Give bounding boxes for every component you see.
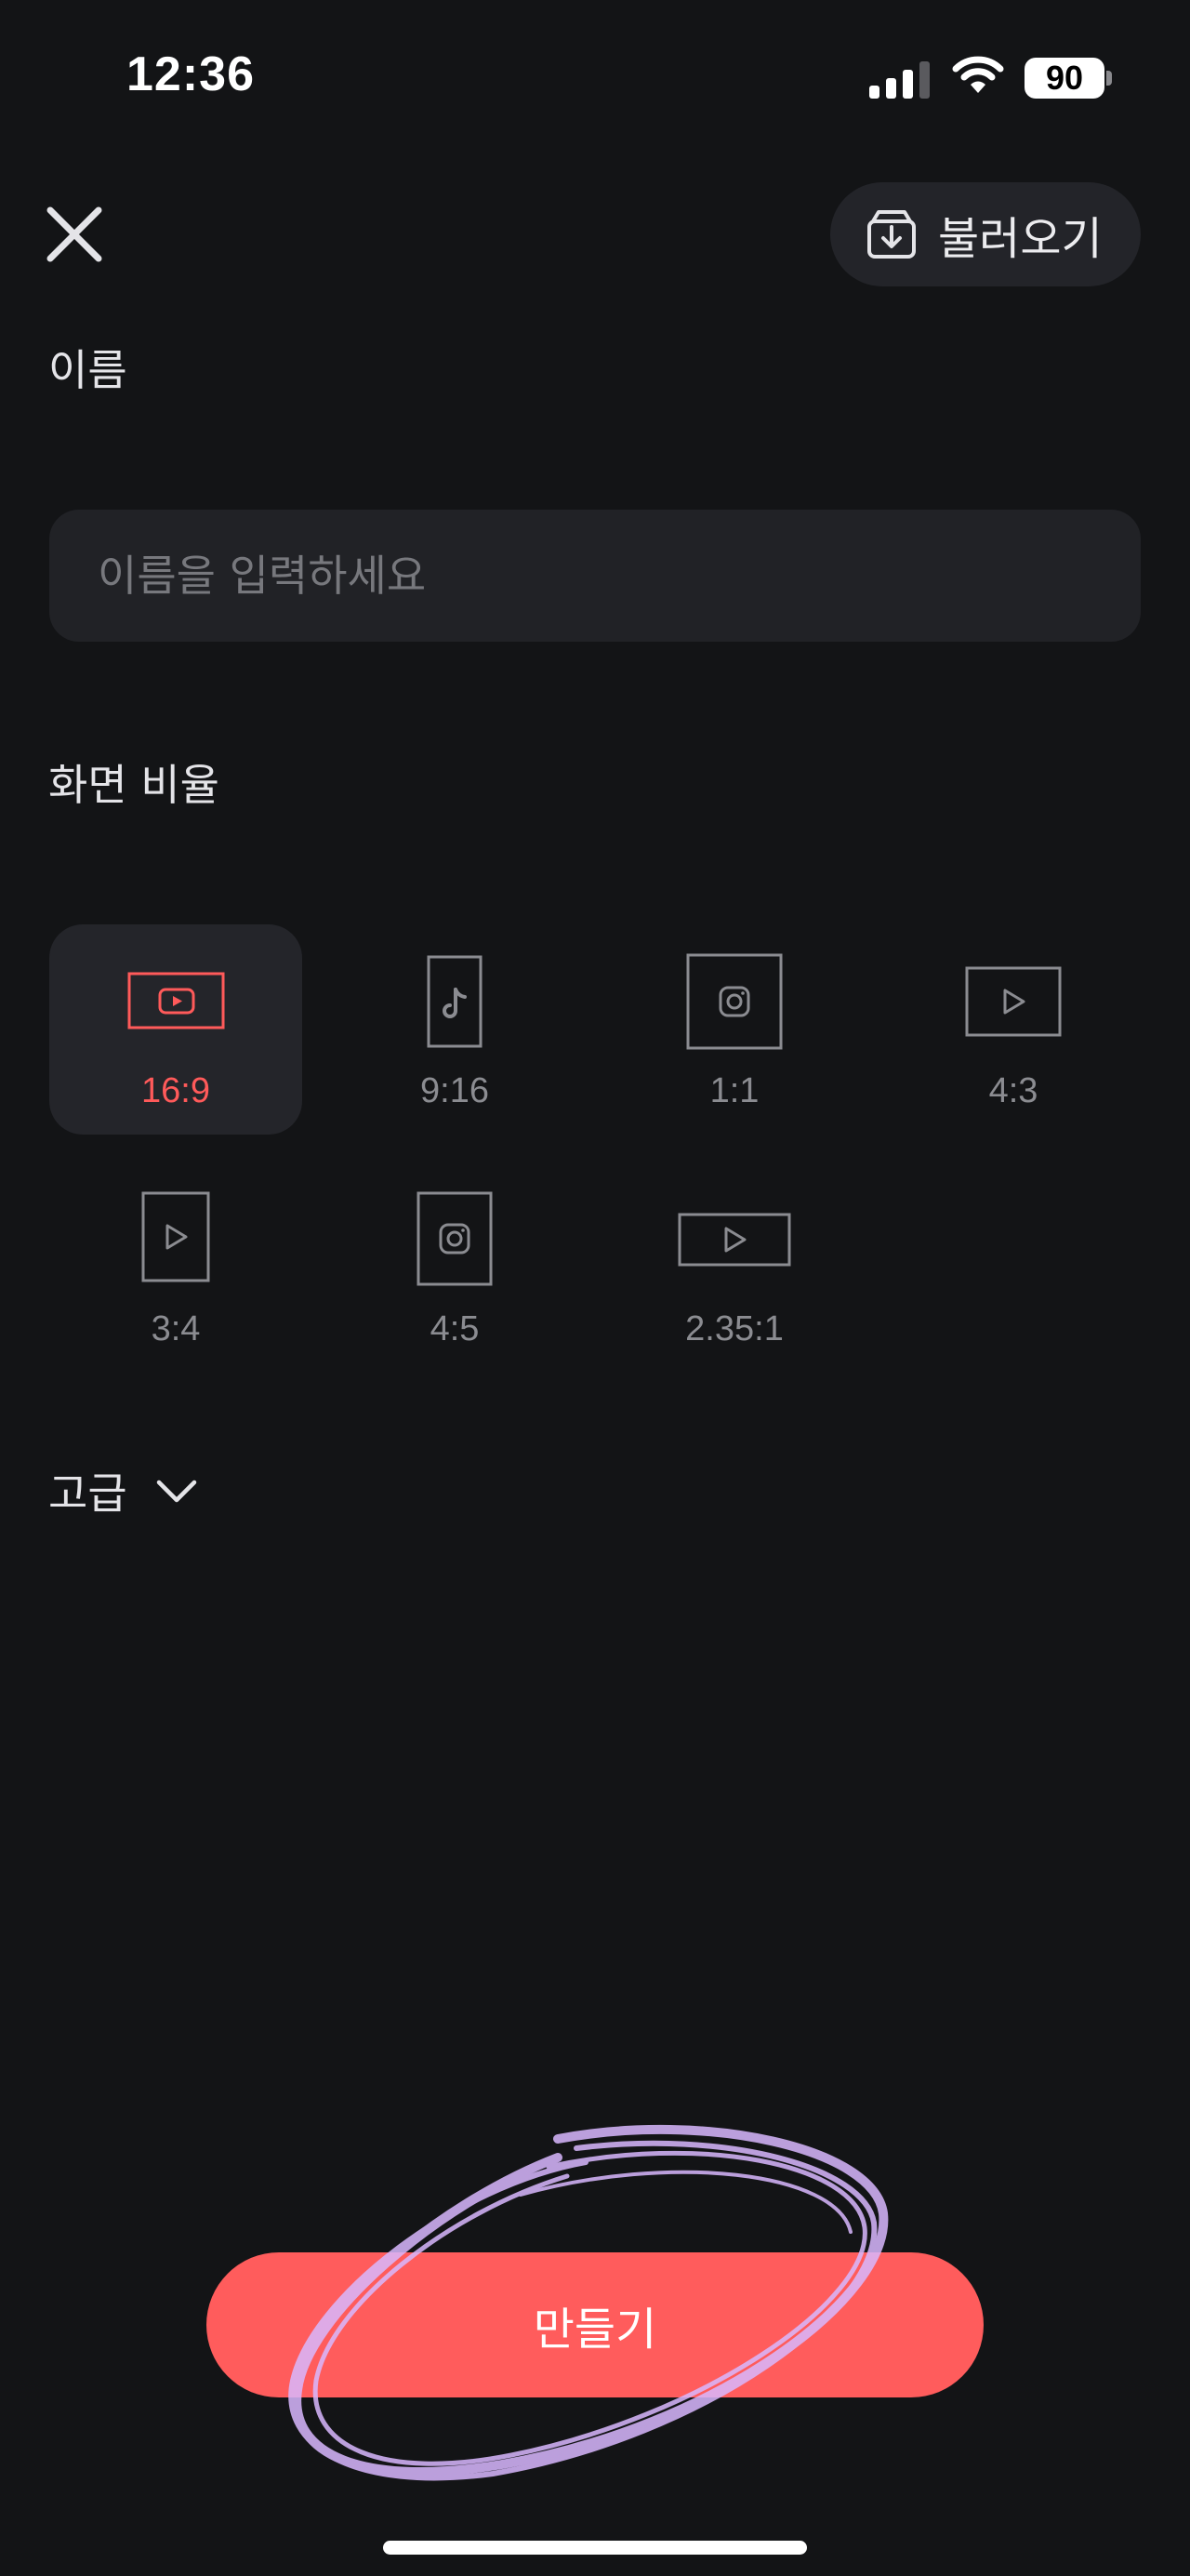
name-input-container[interactable] <box>49 510 1141 642</box>
import-button[interactable]: 불러오기 <box>830 182 1141 286</box>
status-time: 12:36 <box>126 47 255 101</box>
ratio-label: 2.35:1 <box>685 1309 784 1348</box>
import-label: 불러오기 <box>938 213 1103 265</box>
name-label: 이름 <box>48 345 127 395</box>
ratio-label: 4:5 <box>430 1309 480 1348</box>
battery-icon: 90 <box>1025 58 1104 99</box>
ratio-option-3-4[interactable]: 3:4 <box>49 1162 302 1373</box>
chevron-down-icon <box>156 1480 196 1503</box>
aspect-ratio-label: 화면 비율 <box>48 760 219 810</box>
ratio-option-1-1[interactable]: 1:1 <box>608 924 861 1135</box>
ratio-option-4-5[interactable]: 4:5 <box>328 1162 581 1373</box>
ratio-option-16-9[interactable]: 16:9 <box>49 924 302 1135</box>
wifi-icon <box>952 56 1004 93</box>
import-box-icon <box>867 210 916 259</box>
home-indicator <box>383 2541 807 2555</box>
create-button[interactable]: 만들기 <box>206 2252 984 2397</box>
signal-icon <box>869 58 931 99</box>
ratio-label: 4:3 <box>988 1071 1038 1110</box>
advanced-label: 고급 <box>48 1468 127 1519</box>
ratio-label: 3:4 <box>151 1309 201 1348</box>
battery-cap <box>1106 71 1112 86</box>
ratio-option-4-3[interactable]: 4:3 <box>887 924 1140 1135</box>
ratio-label: 9:16 <box>420 1071 489 1110</box>
ratio-option-9-16[interactable]: 9:16 <box>328 924 581 1135</box>
close-icon[interactable] <box>37 197 112 272</box>
ratio-label: 1:1 <box>709 1071 760 1110</box>
battery-level: 90 <box>1045 59 1084 97</box>
ratio-option-2-35-1[interactable]: 2.35:1 <box>608 1162 861 1373</box>
name-input[interactable] <box>49 510 1141 642</box>
ratio-label: 16:9 <box>141 1071 210 1110</box>
advanced-toggle[interactable]: 고급 <box>48 1460 198 1521</box>
